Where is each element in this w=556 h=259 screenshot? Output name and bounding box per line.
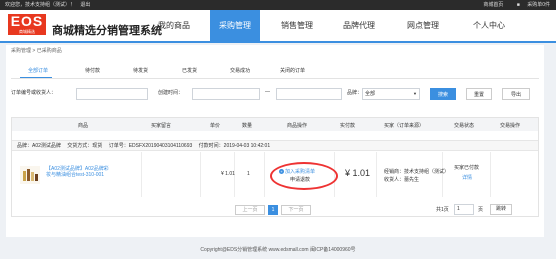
reset-button[interactable]: 重置 [466, 88, 492, 100]
actual-paid: ¥ 1.01 [345, 168, 371, 178]
logout-link[interactable]: 退出 [80, 2, 90, 8]
nav-sales-management[interactable]: 销售管理 [272, 10, 322, 41]
buyer-receiver: 收货人：蕾先生 [384, 177, 420, 183]
header-product: 商品 [78, 123, 89, 129]
page-1-button[interactable]: 1 [268, 205, 278, 215]
export-button[interactable]: 导出 [502, 88, 530, 100]
tab-completed[interactable]: 交易成功 [230, 67, 250, 74]
purchase-order-link[interactable]: ■ 采购单0件 [511, 2, 550, 8]
order-paid-time: 付款时间：2019-04-03 10:42:01 [198, 143, 271, 149]
order-search-input[interactable] [76, 88, 148, 100]
cart-icon: ■ [516, 2, 520, 8]
chevron-down-icon: ▼ [413, 91, 417, 96]
date-separator: — [265, 89, 270, 95]
created-time-label: 创建时间： [158, 90, 184, 96]
search-button[interactable]: 搜索 [430, 88, 456, 100]
goto-page-input[interactable]: 1 [454, 204, 474, 215]
order-tabs: 全部订单 待付款 待发货 已发货 交易成功 关闭的订单 [16, 67, 496, 76]
header-trade-status: 交易状态 [454, 123, 475, 129]
order-number: 订单号：EDSFX20190403104110693 [108, 143, 193, 149]
nav-my-products[interactable]: 我的商品 [152, 10, 196, 41]
add-to-purchase-list-link[interactable]: + 加入采购清单 [279, 168, 315, 175]
footer-copyright: Copyright@EDS分销管理系统 www.edsmall.com 闽ICP… [200, 247, 356, 253]
tab-pending-shipment[interactable]: 待发货 [133, 67, 148, 74]
page-unit-label: 页 [478, 207, 484, 213]
header-trade-ops: 交易操作 [500, 123, 521, 129]
tab-shipped[interactable]: 已发货 [182, 67, 197, 74]
table-header: 商品 买家留言 单价 数量 商品操作 实付款 买家（订单来源） 交易状态 交易操… [12, 118, 538, 131]
prev-page-button[interactable]: 上一页 [235, 205, 265, 215]
detail-link[interactable]: 详情 [462, 174, 472, 181]
header-buyer-message: 买家留言 [151, 123, 172, 129]
table-row: 【A02测试品牌】A02品牌彩妆与精油组合test-310-001 ¥ 1.01… [12, 152, 538, 197]
breadcrumb: 采购管理 > 已采购商品 [11, 48, 62, 54]
product-name-link[interactable]: 【A02测试品牌】A02品牌彩妆与精油组合test-310-001 [46, 166, 112, 178]
site-header: EOS 商城精选 商城精选分销管理系统 我的商品 采购管理 销售管理 品牌代理 … [0, 10, 556, 43]
product-image[interactable] [20, 166, 40, 184]
header-buyer-source: 买家（订单来源） [384, 123, 425, 129]
refund-link[interactable]: 申请退款 [290, 176, 310, 183]
tab-closed[interactable]: 关闭的订单 [280, 67, 305, 74]
header-actual-paid: 实付款 [340, 123, 356, 129]
top-bar: 欢迎您，技术支持组（测试）！ 退出 商城首页 ■ 采购单0件 [0, 0, 556, 10]
main-panel: 采购管理 > 已采购商品 全部订单 待付款 待发货 已发货 交易成功 关闭的订单… [6, 45, 544, 237]
order-info-bar: 品牌：A02测试品牌 交货方式：现货 订单号：EDSFX201904031041… [12, 140, 538, 151]
top-bar-left: 欢迎您，技术支持组（测试）！ 退出 [5, 0, 90, 10]
site-logo[interactable]: EOS 商城精选 [8, 14, 46, 35]
unit-price: ¥ 1.01 [221, 171, 235, 177]
jump-button[interactable]: 跳转 [490, 204, 512, 215]
brand-select-value: 全部 [365, 91, 376, 97]
header-unit-price: 单价 [210, 123, 221, 129]
nav-personal-center[interactable]: 个人中心 [464, 10, 514, 41]
tab-all-orders[interactable]: 全部订单 [28, 67, 48, 74]
purchase-order-label: 采购单0件 [527, 2, 550, 8]
header-product-ops: 商品操作 [287, 123, 308, 129]
logo-subtext: 商城精选 [19, 29, 35, 34]
nav-brand-agency[interactable]: 品牌代理 [334, 10, 384, 41]
date-from-input[interactable] [192, 88, 260, 100]
order-table: 商品 买家留言 单价 数量 商品操作 实付款 买家（订单来源） 交易状态 交易操… [11, 117, 539, 217]
plus-icon: + [279, 169, 284, 175]
tab-pending-payment[interactable]: 待付款 [85, 67, 100, 74]
welcome-text: 欢迎您，技术支持组（测试）！ [5, 2, 76, 8]
order-delivery-method: 交货方式：现货 [67, 143, 103, 149]
logo-text: EOS [10, 13, 44, 29]
trade-status: 买家已付款 [454, 165, 480, 171]
tabs-divider [11, 78, 539, 79]
order-brand: 品牌：A02测试品牌 [17, 143, 61, 149]
order-search-label: 订单编号或收货人： [11, 90, 57, 96]
next-page-button[interactable]: 下一页 [281, 205, 311, 215]
brand-label: 品牌： [347, 90, 363, 96]
nav-outlet-management[interactable]: 网点管理 [398, 10, 448, 41]
top-bar-right: 商城首页 ■ 采购单0件 [477, 0, 550, 10]
header-quantity: 数量 [242, 123, 253, 129]
quantity: 1 [247, 171, 250, 177]
mall-home-link[interactable]: 商城首页 [483, 2, 503, 8]
date-to-input[interactable] [276, 88, 342, 100]
add-to-purchase-list-label: 加入采购清单 [285, 169, 316, 175]
site-name: 商城精选分销管理系统 [52, 25, 162, 37]
brand-select[interactable]: 全部 ▼ [362, 88, 420, 100]
buyer-dealer: 经销商：技术支持组（测试） [384, 169, 450, 175]
nav-purchase-management[interactable]: 采购管理 [210, 10, 260, 41]
total-pages: 共1页 [436, 207, 449, 213]
